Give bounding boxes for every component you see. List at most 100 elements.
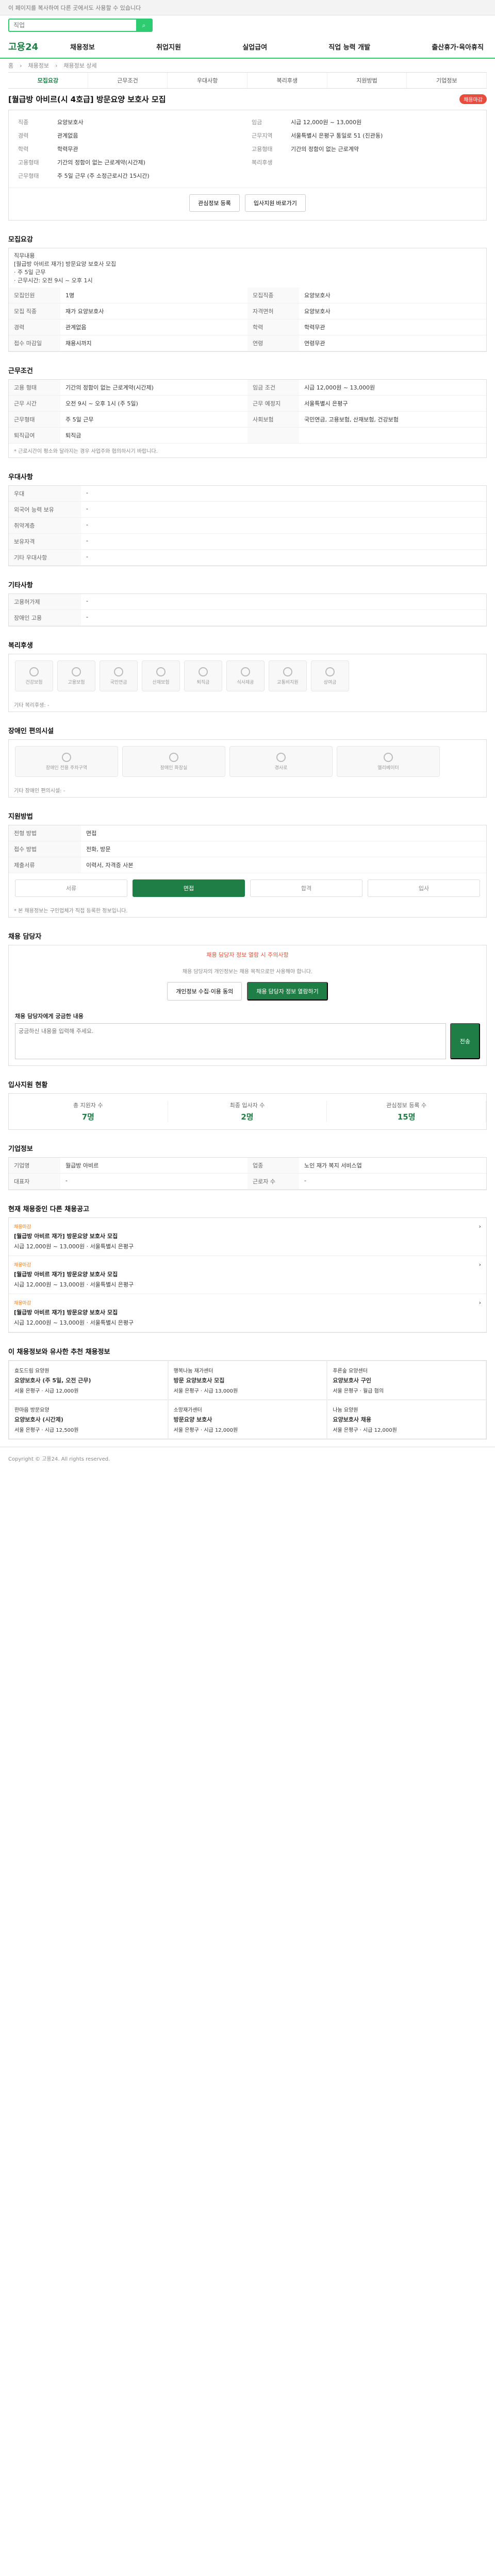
kv-value: -: [81, 594, 486, 610]
recruit-body: 직무내용 [월급방 아비르 재가] 방문요양 보호사 모집 · 주 5일 근무 …: [14, 252, 117, 284]
rec-title[interactable]: 방문 요양보호사 모집: [174, 1376, 322, 1384]
kv-key: 업종: [248, 1158, 299, 1174]
breadcrumb-sep: ›: [20, 62, 22, 69]
kv-key: 기업명: [9, 1158, 60, 1174]
view-contact-button[interactable]: 채용 담당자 정보 열람하기: [247, 982, 328, 1001]
rec-sub: 서울 은평구 · 시급 12,500원: [14, 1428, 79, 1433]
etc-card: 고용허가제 - 장애인 고용 -: [8, 594, 487, 626]
kv-key: 장애인 고용: [9, 610, 81, 626]
stat-label: 최종 입사자 수: [229, 1102, 265, 1109]
summary-row: 근무형태 주 5일 근무 (주 소정근로시간 15시간): [18, 169, 243, 182]
elevator-icon: [384, 752, 393, 762]
benefit-item: 상여금: [311, 660, 349, 691]
stat-applicants: 총 지원자 수 7명: [9, 1101, 168, 1122]
benefit-label: 고용보험: [68, 680, 85, 685]
rec-title[interactable]: 요양보호사 (시간제): [14, 1415, 162, 1423]
kv-value: -: [81, 534, 486, 550]
search-box: ⌕: [8, 19, 153, 32]
rec-title[interactable]: 요양보호사 (주 5일, 오전 근무): [14, 1376, 162, 1384]
rec-company: 한마음 방문요양: [14, 1408, 50, 1413]
kv-value-empty: [299, 428, 486, 444]
rec-title[interactable]: 방문요양 보호사: [174, 1415, 322, 1423]
rec-title[interactable]: 요양보호사 채용: [333, 1415, 481, 1423]
tab-workcond[interactable]: 근무조건: [88, 73, 168, 88]
rec-sub: 서울 은평구 · 시급 12,000원: [14, 1388, 79, 1394]
recs-card: 효도드림 요양원 요양보호사 (주 5일, 오전 근무) 서울 은평구 · 시급 1…: [8, 1360, 487, 1439]
kv-value: 관계없음: [60, 319, 248, 335]
summary-key: 고용형태: [18, 159, 39, 166]
list-item[interactable]: 채용마감 [월급방 아비르 재가] 방문요양 보호사 모집 시급 12,000원 ~…: [9, 1218, 486, 1256]
summary-key: 학력: [18, 146, 29, 152]
nav-item-jobs[interactable]: 채용정보: [70, 42, 95, 52]
rec-item[interactable]: 소망재가센터 방문요양 보호사 서울 은평구 · 시급 12,000원: [168, 1400, 327, 1439]
disability-icons: 장애인 전용 주차구역 장애인 화장실 경사로 엘리베이터: [9, 740, 486, 783]
list-item[interactable]: 채용마감 [월급방 아비르 재가] 방문요양 보호사 모집 시급 12,000원 ~…: [9, 1294, 486, 1332]
favorite-button[interactable]: 관심정보 등록: [189, 194, 240, 212]
rec-item[interactable]: 나눔 요양원 요양보호사 채용 서울 은평구 · 시급 12,000원: [327, 1400, 486, 1439]
kv-value: -: [299, 1174, 486, 1190]
section-title-company: 기업정보: [8, 1145, 33, 1153]
rec-title[interactable]: 요양보호사 구인: [333, 1376, 481, 1384]
tab-recruit[interactable]: 모집요강: [8, 73, 88, 88]
kv-value: -: [81, 502, 486, 518]
rec-item[interactable]: 행복나눔 재가센터 방문 요양보호사 모집 서울 은평구 · 시급 13,000원: [168, 1361, 327, 1400]
tab-company[interactable]: 기업정보: [407, 73, 487, 88]
breadcrumb-jobs[interactable]: 채용정보: [28, 61, 49, 70]
step-join: 입사: [368, 879, 480, 897]
kv-key: 취약계층: [9, 518, 81, 534]
job-sub: 시급 12,000원 ~ 13,000원 · 서울특별시 은평구: [14, 1281, 134, 1288]
job-title-link[interactable]: [월급방 아비르 재가] 방문요양 보호사 모집: [14, 1232, 134, 1240]
tab-benefit[interactable]: 복리후생: [248, 73, 327, 88]
kv-key: 모집인원: [9, 287, 60, 303]
site-logo[interactable]: 고용24: [8, 40, 70, 53]
question-input[interactable]: [15, 1023, 446, 1059]
search-input[interactable]: [9, 20, 136, 31]
nav-item-leave[interactable]: 출산휴가·육아휴직: [432, 42, 484, 52]
status-badge: 채용마감: [459, 94, 487, 104]
contact-actions: 개인정보 수집·이용 동의 채용 담당자 정보 열람하기: [9, 978, 486, 1009]
tab-prefs[interactable]: 우대사항: [168, 73, 248, 88]
summary-key: 직종: [18, 119, 29, 126]
employment-icon: [72, 667, 81, 676]
kv-key: 고용허가제: [9, 594, 81, 610]
accident-icon: [156, 667, 166, 676]
rec-item[interactable]: 효도드림 요양원 요양보호사 (주 5일, 오전 근무) 서울 은평구 · 시급 1…: [9, 1361, 168, 1400]
job-title-link[interactable]: [월급방 아비르 재가] 방문요양 보호사 모집: [14, 1270, 134, 1278]
apply-table: 전형 방법 면접 접수 방법 전화, 방문 제출서류 이력서, 자격증 사본: [9, 825, 486, 873]
apply-button[interactable]: 입사지원 바로가기: [244, 194, 306, 212]
summary-value: 기간의 정함이 없는 근로계약(시간제): [57, 159, 145, 166]
kv-value: 주 5일 근무: [60, 412, 248, 428]
rec-item[interactable]: 한마음 방문요양요양보호사 (시간제) 서울 은평구 · 시급 12,500원: [9, 1400, 168, 1439]
nav-item-benefit[interactable]: 실업급여: [242, 42, 267, 52]
job-title-link[interactable]: [월급방 아비르 재가] 방문요양 보호사 모집: [14, 1308, 134, 1316]
breadcrumb: 홈 › 채용정보 › 채용정보 상세: [0, 59, 495, 72]
breadcrumb-home[interactable]: 홈: [8, 61, 13, 70]
question-row: 전송: [15, 1023, 480, 1059]
nav-item-training[interactable]: 직업 능력 개발: [328, 42, 370, 52]
kv-key: 연령: [248, 335, 299, 351]
kv-value: 채용시까지: [60, 335, 248, 351]
etc-table: 고용허가제 - 장애인 고용 -: [9, 594, 486, 626]
list-item[interactable]: 채용마감 [월급방 아비르 재가] 방문요양 보호사 모집 시급 12,000원 ~…: [9, 1256, 486, 1294]
nav-item-support[interactable]: 취업지원: [156, 42, 181, 52]
disability-label: 경사로: [274, 765, 288, 771]
stat-favorites: 관심정보 등록 수 15명: [327, 1101, 487, 1122]
benefit-item: 국민연금: [100, 660, 138, 691]
search-icon[interactable]: ⌕: [136, 20, 152, 31]
kv-key: 고용 형태: [9, 380, 60, 396]
summary-value: 서울특별시 은평구 통일로 51 (진관동): [291, 132, 383, 139]
summary-key: 근무형태: [18, 173, 39, 179]
submit-button[interactable]: 전송: [450, 1023, 480, 1059]
content: [월급방 아비르(시 4호급] 방문요양 보호사 모집 채용마감 직종 요양보호사…: [0, 94, 495, 1439]
recruit-card: 직무내용 [월급방 아비르 재가] 방문요양 보호사 모집 · 주 5일 근무 …: [8, 248, 487, 352]
kv-key: 학력: [248, 319, 299, 335]
kv-value: 서울특별시 은평구: [299, 396, 486, 412]
kv-key: 근무 시간: [9, 396, 60, 412]
kv-key: 우대: [9, 486, 81, 502]
rec-item[interactable]: 푸른숲 요양센터 요양보호사 구인 서울 은평구 · 월급 협의: [327, 1361, 486, 1400]
kv-key: 자격면허: [248, 303, 299, 319]
disability-label: 엘리베이터: [377, 765, 399, 771]
consent-button[interactable]: 개인정보 수집·이용 동의: [167, 982, 242, 1001]
job-sub: 시급 12,000원 ~ 13,000원 · 서울특별시 은평구: [14, 1319, 134, 1326]
tab-apply[interactable]: 지원방법: [327, 73, 407, 88]
